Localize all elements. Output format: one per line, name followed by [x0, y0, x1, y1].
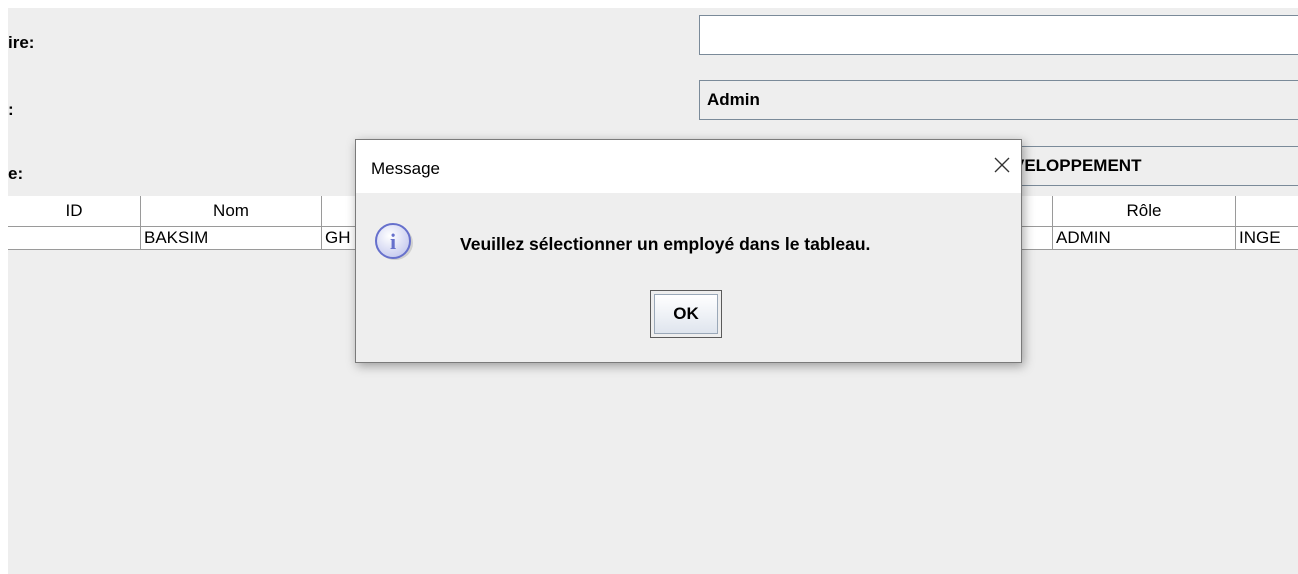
- close-icon[interactable]: [987, 150, 1017, 180]
- ok-button-label: OK: [654, 294, 718, 334]
- dialog-message: Veuillez sélectionner un employé dans le…: [460, 234, 871, 254]
- column-header-nom[interactable]: Nom: [141, 196, 322, 226]
- cell-role[interactable]: ADMIN: [1053, 227, 1236, 249]
- info-icon: i: [374, 221, 414, 261]
- role-combobox[interactable]: Admin: [699, 80, 1298, 120]
- form-label-2: :: [8, 100, 14, 119]
- form-label-1: ire:: [8, 33, 35, 52]
- text-field[interactable]: [699, 15, 1298, 55]
- svg-text:i: i: [390, 229, 396, 254]
- cell-nom[interactable]: BAKSIM: [141, 227, 322, 249]
- message-dialog: Message i Veuillez sélectionner un emplo…: [355, 139, 1022, 363]
- cell-poste[interactable]: INGE: [1236, 227, 1298, 249]
- dialog-title: Message: [356, 140, 1021, 193]
- ok-button[interactable]: OK: [650, 290, 722, 338]
- column-header-role[interactable]: Rôle: [1053, 196, 1236, 226]
- cell-id[interactable]: [8, 227, 141, 249]
- form-label-3: e:: [8, 164, 24, 183]
- column-header-poste[interactable]: [1236, 196, 1298, 226]
- column-header-id[interactable]: ID: [8, 196, 141, 226]
